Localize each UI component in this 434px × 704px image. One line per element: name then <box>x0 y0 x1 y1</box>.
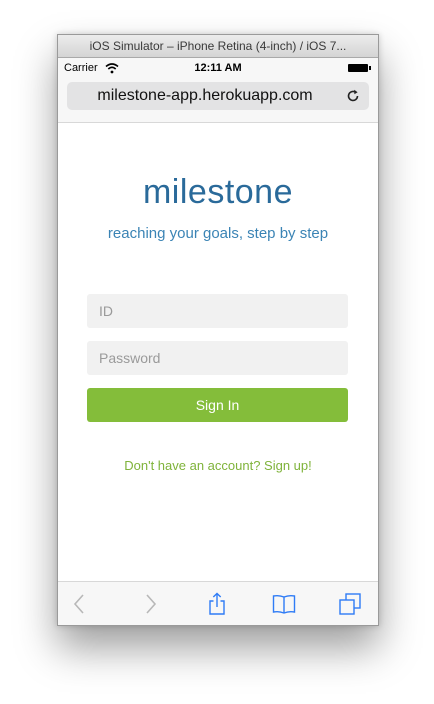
sign-in-button[interactable]: Sign In <box>87 388 348 422</box>
bookmarks-button[interactable] <box>264 582 304 625</box>
url-text: milestone-app.herokuapp.com <box>97 87 313 104</box>
status-time: 12:11 AM <box>194 62 242 74</box>
forward-button[interactable] <box>130 582 170 625</box>
battery-icon <box>348 64 368 72</box>
battery-tip <box>369 66 371 70</box>
tabs-icon <box>339 593 361 615</box>
tabs-button[interactable] <box>330 582 370 625</box>
status-bar: Carrier 12:11 AM <box>58 58 378 78</box>
password-input[interactable] <box>87 341 348 375</box>
address-bar[interactable]: milestone-app.herokuapp.com <box>67 82 369 110</box>
window-title: iOS Simulator – iPhone Retina (4-inch) /… <box>58 35 378 58</box>
browser-toolbar <box>58 581 378 625</box>
sign-up-link[interactable]: Don't have an account? Sign up! <box>58 458 378 473</box>
brand-title: milestone <box>142 173 293 211</box>
share-icon <box>209 592 225 615</box>
id-input[interactable] <box>87 294 348 328</box>
share-button[interactable] <box>197 582 237 625</box>
reload-icon[interactable] <box>345 88 361 104</box>
simulator-window: iOS Simulator – iPhone Retina (4-inch) /… <box>57 34 379 626</box>
forward-icon <box>146 594 157 614</box>
back-button[interactable] <box>60 582 100 625</box>
page-content: milestone reaching your goals, step by s… <box>58 123 378 581</box>
back-icon <box>73 594 84 614</box>
bookmarks-icon <box>272 594 296 614</box>
tagline: reaching your goals, step by step <box>107 225 329 242</box>
browser-navbar: milestone-app.herokuapp.com <box>58 78 378 123</box>
